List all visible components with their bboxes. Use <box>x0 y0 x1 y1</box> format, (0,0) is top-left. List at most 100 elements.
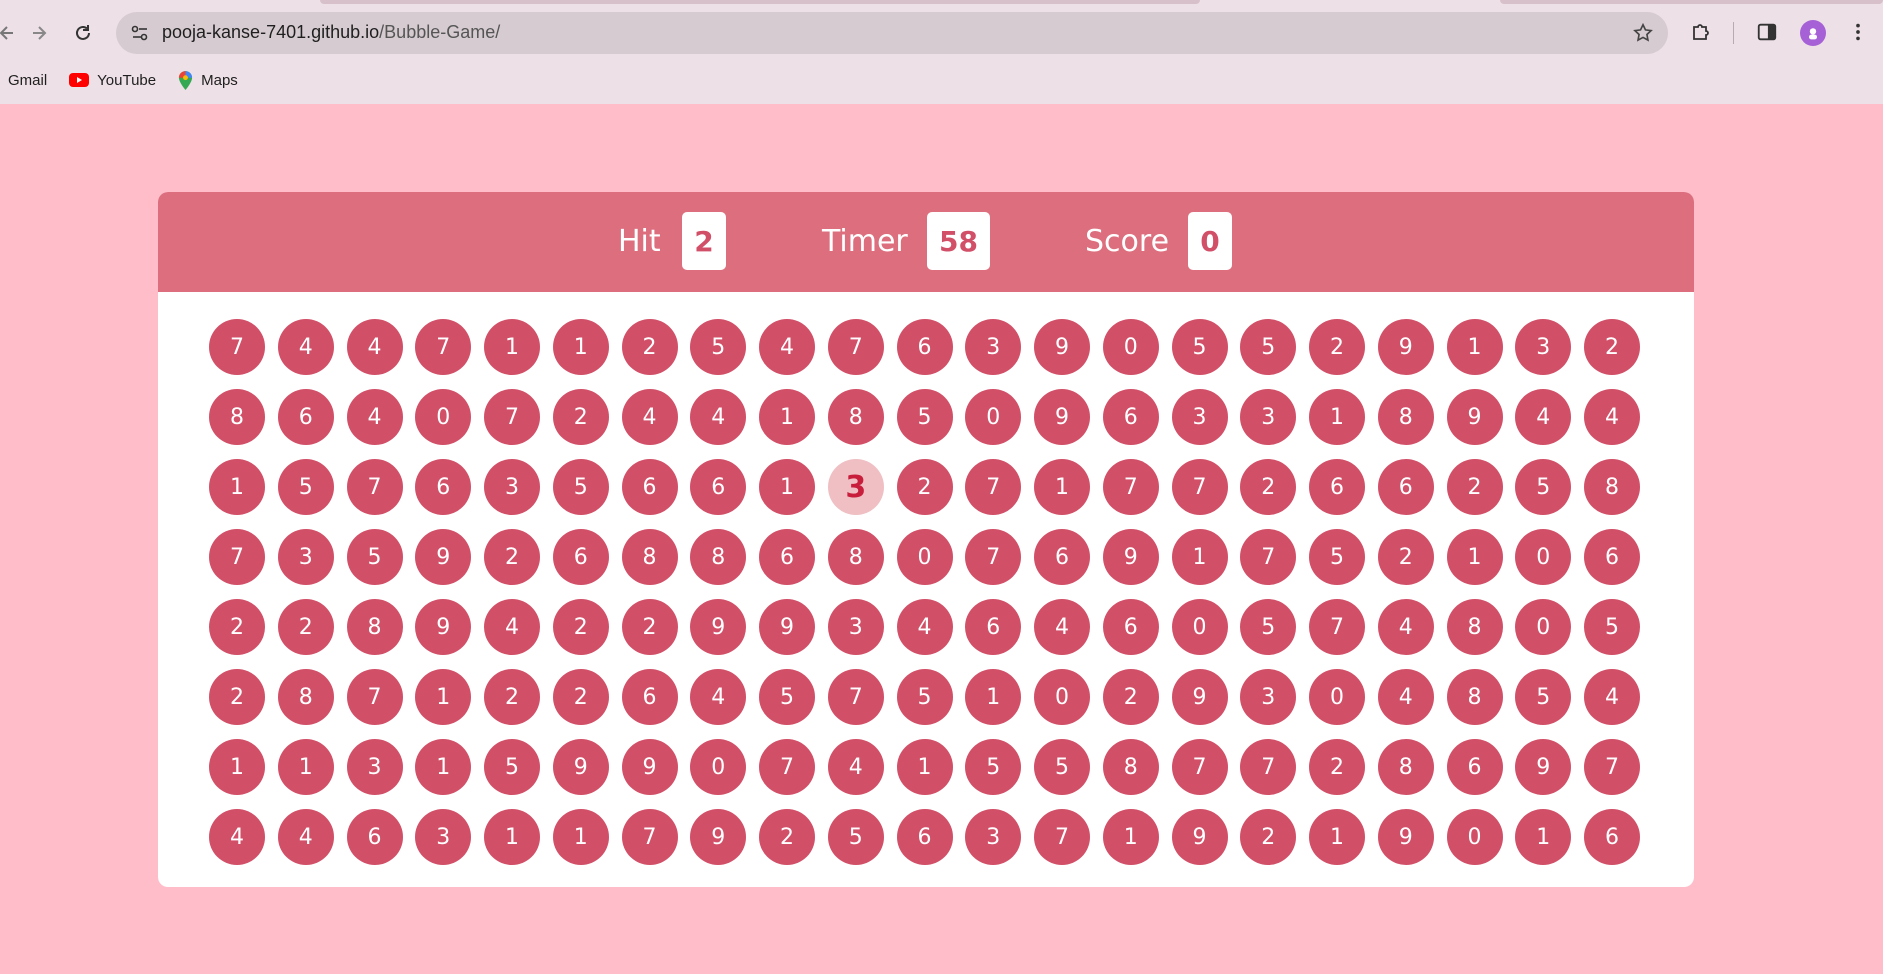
bubble[interactable]: 6 <box>621 669 678 725</box>
bubble[interactable]: 5 <box>1515 669 1572 725</box>
bubble[interactable]: 9 <box>1102 529 1159 585</box>
bubble[interactable]: 1 <box>552 809 609 865</box>
bubble[interactable]: 5 <box>896 389 953 445</box>
bubble[interactable]: 2 <box>552 599 609 655</box>
bubble[interactable]: 4 <box>484 599 540 655</box>
bubble[interactable]: 2 <box>209 599 265 655</box>
bubble[interactable]: 7 <box>415 319 472 375</box>
bubble[interactable]: 7 <box>346 459 403 515</box>
bubble[interactable]: 6 <box>896 809 953 865</box>
bubble[interactable]: 5 <box>552 459 609 515</box>
bubble[interactable]: 6 <box>759 529 815 585</box>
side-panel-button[interactable] <box>1753 18 1781 46</box>
bubble[interactable]: 4 <box>346 319 403 375</box>
bubble[interactable]: 1 <box>552 319 609 375</box>
bubble[interactable]: 9 <box>552 739 609 795</box>
bubble[interactable]: 9 <box>690 599 747 655</box>
bubble[interactable]: 6 <box>1446 739 1503 795</box>
url-text[interactable]: pooja-kanse-7401.github.io/Bubble-Game/ <box>162 22 500 43</box>
bubble[interactable]: 3 <box>1240 389 1297 445</box>
bubble[interactable]: 8 <box>1446 599 1503 655</box>
bubble[interactable]: 1 <box>209 739 265 795</box>
bubble[interactable]: 5 <box>346 529 403 585</box>
bubble[interactable]: 6 <box>965 599 1022 655</box>
bubble[interactable]: 3 <box>1171 389 1228 445</box>
bubble[interactable]: 1 <box>759 389 815 445</box>
bookmark-youtube[interactable]: YouTube <box>69 72 156 89</box>
bubble[interactable]: 1 <box>1446 529 1503 585</box>
bubble[interactable]: 1 <box>415 669 472 725</box>
bubble[interactable]: 7 <box>965 459 1022 515</box>
back-button[interactable] <box>0 16 24 50</box>
bubble[interactable]: 7 <box>209 529 265 585</box>
bubble[interactable]: 9 <box>1171 809 1228 865</box>
reload-button[interactable] <box>66 16 100 50</box>
bubble[interactable]: 7 <box>1240 739 1297 795</box>
bubble[interactable]: 3 <box>965 809 1022 865</box>
bubble[interactable]: 5 <box>1034 739 1090 795</box>
address-bar[interactable]: pooja-kanse-7401.github.io/Bubble-Game/ <box>116 12 1668 54</box>
bubble[interactable]: 2 <box>209 669 265 725</box>
bookmark-maps[interactable]: Maps <box>178 70 238 90</box>
bubble[interactable]: 7 <box>965 529 1022 585</box>
bubble[interactable]: 5 <box>484 739 540 795</box>
bubble[interactable]: 4 <box>827 739 884 795</box>
bubble[interactable]: 3 <box>277 529 334 585</box>
bubble[interactable]: 2 <box>1446 459 1503 515</box>
bubble[interactable]: 0 <box>1515 529 1572 585</box>
bubble[interactable]: 4 <box>896 599 953 655</box>
bubble[interactable]: 7 <box>1309 599 1365 655</box>
bubble[interactable]: 2 <box>484 529 540 585</box>
bubble[interactable]: 8 <box>827 529 884 585</box>
bubble[interactable]: 9 <box>1377 319 1434 375</box>
bubble[interactable]: 6 <box>1309 459 1365 515</box>
bubble[interactable]: 1 <box>1515 809 1572 865</box>
bubble[interactable]: 2 <box>1584 319 1640 375</box>
bubble[interactable]: 8 <box>1377 739 1434 795</box>
bubble[interactable]: 2 <box>1377 529 1434 585</box>
bubble[interactable]: 7 <box>827 669 884 725</box>
bubble[interactable]: 6 <box>1034 529 1090 585</box>
bubble[interactable]: 1 <box>896 739 953 795</box>
bubble[interactable]: 3 <box>827 459 884 515</box>
bubble[interactable]: 9 <box>415 529 472 585</box>
site-info-icon[interactable] <box>130 23 150 43</box>
bubble[interactable]: 7 <box>209 319 265 375</box>
bubble[interactable]: 3 <box>346 739 403 795</box>
bubble[interactable]: 9 <box>415 599 472 655</box>
bubble[interactable]: 5 <box>277 459 334 515</box>
bubble[interactable]: 7 <box>346 669 403 725</box>
bubble[interactable]: 0 <box>1515 599 1572 655</box>
bubble[interactable]: 2 <box>896 459 953 515</box>
bubble[interactable]: 5 <box>1309 529 1365 585</box>
bubble[interactable]: 6 <box>277 389 334 445</box>
bubble[interactable]: 1 <box>759 459 815 515</box>
bubble[interactable]: 7 <box>1034 809 1090 865</box>
bubble[interactable]: 6 <box>346 809 403 865</box>
bubble[interactable]: 4 <box>277 809 334 865</box>
bubble[interactable]: 8 <box>346 599 403 655</box>
bubble[interactable]: 8 <box>1102 739 1159 795</box>
bubble[interactable]: 0 <box>965 389 1022 445</box>
bubble[interactable]: 7 <box>621 809 678 865</box>
bubble[interactable]: 2 <box>1240 459 1297 515</box>
bubble[interactable]: 1 <box>1309 389 1365 445</box>
bubble[interactable]: 0 <box>1309 669 1365 725</box>
bubble[interactable]: 8 <box>1377 389 1434 445</box>
bubble[interactable]: 7 <box>759 739 815 795</box>
bubble[interactable]: 7 <box>1102 459 1159 515</box>
bubble[interactable]: 4 <box>759 319 815 375</box>
extensions-button[interactable] <box>1688 18 1716 46</box>
bubble[interactable]: 6 <box>1102 599 1159 655</box>
bubble[interactable]: 9 <box>1034 389 1090 445</box>
profile-avatar[interactable] <box>1800 20 1826 46</box>
bubble[interactable]: 1 <box>1034 459 1090 515</box>
bubble[interactable]: 2 <box>621 599 678 655</box>
bubble[interactable]: 2 <box>552 669 609 725</box>
bubble[interactable]: 1 <box>415 739 472 795</box>
bubble[interactable]: 6 <box>1584 529 1640 585</box>
bubble[interactable]: 5 <box>965 739 1022 795</box>
bubble[interactable]: 8 <box>827 389 884 445</box>
bubble[interactable]: 3 <box>1240 669 1297 725</box>
bubble[interactable]: 4 <box>346 389 403 445</box>
